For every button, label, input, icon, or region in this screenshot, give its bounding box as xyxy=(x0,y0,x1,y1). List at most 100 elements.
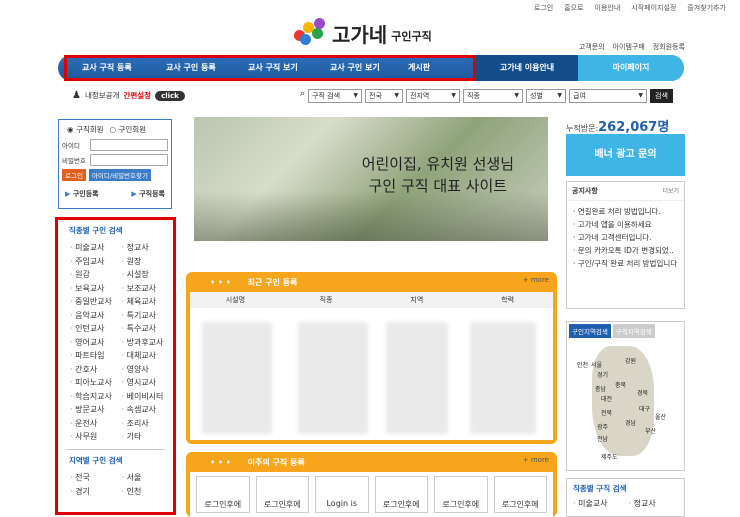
listing-card[interactable]: 로그인후에 xyxy=(493,476,547,513)
job-type-link[interactable]: 정교사 xyxy=(122,242,174,253)
nav-mypage[interactable]: 마이페이지 xyxy=(578,55,684,81)
startpage-link[interactable]: 시작페이지설정 xyxy=(631,3,676,13)
employer-radio[interactable]: ○ 구인회원 xyxy=(110,124,147,135)
map-label[interactable]: 제주도 xyxy=(601,452,618,461)
job-type-link[interactable]: 영양사 xyxy=(122,364,174,375)
map-label[interactable]: 충남 xyxy=(595,384,606,393)
area-select[interactable]: 전지역 ▼ xyxy=(406,89,461,103)
map-label[interactable]: 전북 xyxy=(601,408,612,417)
job-type-link[interactable]: 인천 xyxy=(122,486,174,497)
home-link[interactable]: 홈으로 xyxy=(564,3,583,13)
job-type-link[interactable]: 학습지교사 xyxy=(70,391,122,402)
job-type-link[interactable]: 인턴교사 xyxy=(70,323,122,334)
map-label[interactable]: 부산 xyxy=(645,426,656,435)
region-map-panel: 구인지역검색 구직지역검색 서울 인천 강원 경기 충남 충북 대전 경북 전북… xyxy=(566,321,685,471)
listing-card[interactable]: 로그인후에 xyxy=(255,476,309,513)
job-type-link[interactable]: 특수교사 xyxy=(122,323,174,334)
password-input[interactable] xyxy=(90,154,168,166)
map-label[interactable]: 광주 xyxy=(597,422,608,431)
map-label[interactable]: 충북 xyxy=(615,380,626,389)
login-button[interactable]: 로그인 xyxy=(62,169,86,181)
job-type-link[interactable]: 베이비시터 xyxy=(122,391,174,402)
item-buy-link[interactable]: 아이템구매 xyxy=(613,42,645,52)
job-type-link[interactable]: 파트타임 xyxy=(70,350,122,361)
job-type-link[interactable]: 미술교사 xyxy=(573,498,629,509)
bookmark-link[interactable]: 즐겨찾기추가 xyxy=(687,3,726,13)
listing-card[interactable]: 로그인후에 xyxy=(374,476,428,513)
id-input[interactable] xyxy=(90,139,168,151)
search-button[interactable]: 검색 xyxy=(650,89,673,103)
job-type-link[interactable]: 사무원 xyxy=(70,431,122,442)
job-type-link[interactable]: 주임교사 xyxy=(70,256,122,267)
map-label[interactable]: 경남 xyxy=(625,418,636,427)
job-type-link[interactable]: 속셈교사 xyxy=(122,404,174,415)
tab-job-region[interactable]: 구직지역검색 xyxy=(612,324,655,338)
listing-card[interactable]: 로그인후에 xyxy=(196,476,250,513)
job-type-link[interactable]: 간호사 xyxy=(70,364,122,375)
week-more-link[interactable]: + more xyxy=(523,456,549,464)
quick-setting-link[interactable]: 간편설정 xyxy=(123,90,151,101)
map-label[interactable]: 경기 xyxy=(597,370,608,379)
job-type-link[interactable]: 중일반교사 xyxy=(70,296,122,307)
job-type-link[interactable]: 미술교사 xyxy=(70,242,122,253)
notice-item[interactable]: · 구인/구직 완료 처리 방법입니다 xyxy=(573,257,678,270)
job-type-link[interactable]: 방문교사 xyxy=(70,404,122,415)
ad-banner[interactable]: 배너 광고 문의 xyxy=(566,134,685,176)
notice-item[interactable]: · 연길완료 처리 방법입니다. xyxy=(573,205,678,218)
find-account-button[interactable]: 아이디/비밀번호찾기 xyxy=(88,169,151,181)
job-type-link[interactable]: 보육교사 xyxy=(70,283,122,294)
hire-register-link[interactable]: ▶ 구인등록 xyxy=(65,189,99,199)
job-type-link[interactable]: 정교사 xyxy=(629,498,685,509)
tab-hire-region[interactable]: 구인지역검색 xyxy=(569,324,611,338)
job-type-link[interactable]: 시설장 xyxy=(122,269,174,280)
region-select[interactable]: 전국 ▼ xyxy=(365,89,404,103)
notice-more-link[interactable]: 더보기 xyxy=(662,186,679,196)
map-label[interactable]: 전남 xyxy=(597,434,608,443)
gender-select[interactable]: 성별 ▼ xyxy=(526,89,567,103)
click-button[interactable]: click xyxy=(155,90,185,101)
job-type-link[interactable]: 특기교사 xyxy=(122,310,174,321)
area-value: 전지역 xyxy=(410,92,430,100)
login-link[interactable]: 로그인 xyxy=(534,3,553,13)
map-label[interactable]: 강원 xyxy=(625,356,636,365)
map-label[interactable]: 경북 xyxy=(637,388,648,397)
job-type-link[interactable]: 조리사 xyxy=(122,418,174,429)
salary-select[interactable]: 급여 ▼ xyxy=(569,89,648,103)
map-label[interactable]: 인천 xyxy=(577,360,588,369)
job-type-link[interactable]: 기타 xyxy=(122,431,174,442)
job-type-link[interactable]: 보조교사 xyxy=(122,283,174,294)
map-label[interactable]: 울산 xyxy=(655,412,666,421)
job-register-link[interactable]: ▶ 구직등록 xyxy=(131,189,165,199)
map-label[interactable]: 서울 xyxy=(591,360,602,369)
job-type-link[interactable]: 전국 xyxy=(70,472,122,483)
job-type-link[interactable]: 원장 xyxy=(122,256,174,267)
notice-item[interactable]: · 문의 카카오톡 ID가 변경되었.. xyxy=(573,244,678,257)
contact-link[interactable]: 고객문의 xyxy=(579,42,605,52)
map-label[interactable]: 대전 xyxy=(601,394,612,403)
search-type-select[interactable]: 구직 검색 ▼ xyxy=(308,89,363,103)
map-label[interactable]: 대구 xyxy=(639,404,650,413)
job-type-link[interactable]: 원감 xyxy=(70,269,122,280)
job-type-link[interactable]: 방과후교사 xyxy=(122,337,174,348)
member-register-link[interactable]: 정회원등록 xyxy=(653,42,685,52)
job-type-link[interactable]: 대체교사 xyxy=(122,350,174,361)
job-type-link[interactable]: 서울 xyxy=(122,472,174,483)
listing-card[interactable]: 로그인후에 xyxy=(434,476,488,513)
listing-card[interactable]: Login is xyxy=(315,476,369,513)
job-type-link[interactable]: 영시교사 xyxy=(122,377,174,388)
notice-item[interactable]: · 고가네 고객센터입니다. xyxy=(573,231,678,244)
job-type-link[interactable]: 경기 xyxy=(70,486,122,497)
hero-banner[interactable]: 어린이집, 유치원 선생님 구인 구직 대표 사이트 xyxy=(194,117,548,241)
job-type-link[interactable]: 음악교사 xyxy=(70,310,122,321)
job-seeker-radio[interactable]: ◉ 구직회원 xyxy=(67,124,104,135)
nav-guide[interactable]: 고가네 이용안내 xyxy=(476,55,578,81)
notice-item[interactable]: · 고가네 앱을 이용하세요 xyxy=(573,218,678,231)
job-type-link[interactable]: 체육교사 xyxy=(122,296,174,307)
site-logo[interactable]: 고가네 구인구직 xyxy=(292,18,432,48)
job-type-link[interactable]: 운전사 xyxy=(70,418,122,429)
jobtype-select[interactable]: 직종 ▼ xyxy=(463,89,524,103)
job-type-link[interactable]: 피아노교사 xyxy=(70,377,122,388)
recent-more-link[interactable]: + more xyxy=(523,276,549,284)
job-type-link[interactable]: 영어교사 xyxy=(70,337,122,348)
guide-link[interactable]: 이용안내 xyxy=(595,3,621,13)
